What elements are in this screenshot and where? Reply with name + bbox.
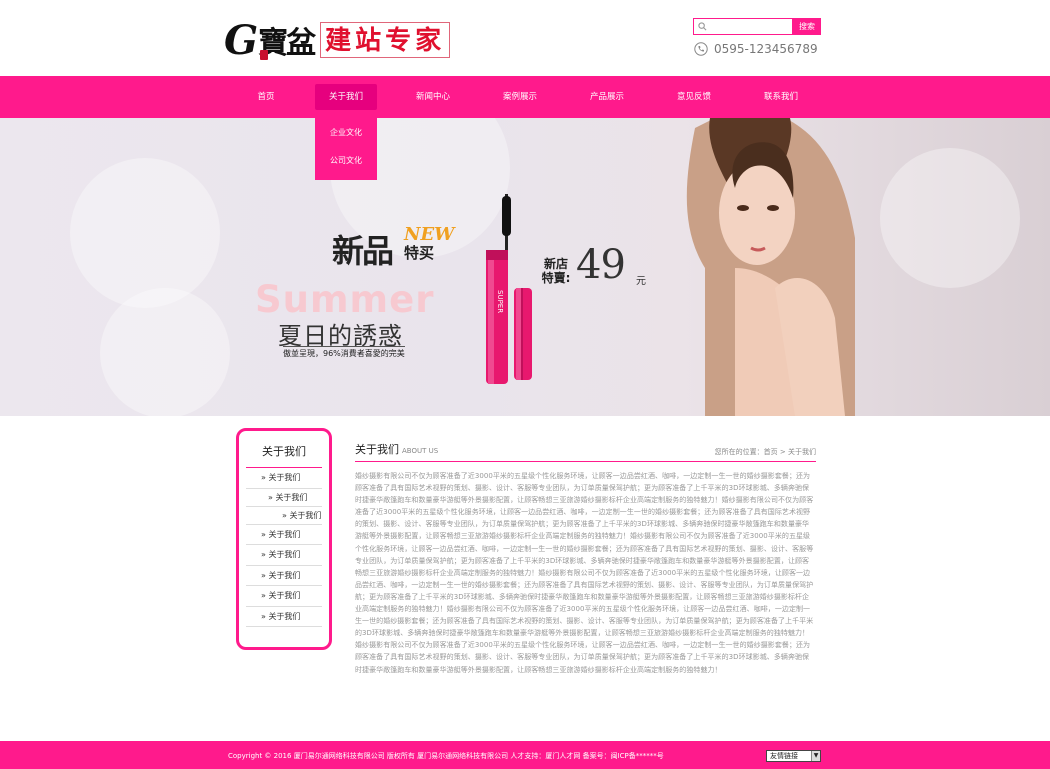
- phone-contact: 0595-123456789: [694, 42, 818, 56]
- search-field[interactable]: [693, 18, 793, 35]
- chevron-down-icon: ▼: [811, 751, 820, 761]
- search-icon: [698, 22, 707, 31]
- sidebar-item[interactable]: » 关于我们: [246, 468, 322, 489]
- logo-tagline: 建站专家: [320, 22, 451, 58]
- page-title-en: ABOUT US: [402, 447, 439, 455]
- breadcrumb[interactable]: 您所在的位置：首页 > 关于我们: [715, 447, 816, 457]
- friend-links-select[interactable]: 友情链接 ▼: [766, 750, 821, 762]
- main-header: 关于我们 ABOUT US 您所在的位置：首页 > 关于我们: [355, 441, 816, 462]
- logo[interactable]: G 寶盆 建站专家: [224, 16, 451, 64]
- banner-new-title: 新品: [332, 232, 394, 270]
- nav-products[interactable]: 产品展示: [576, 84, 638, 110]
- nav-feedback[interactable]: 意见反馈: [663, 84, 725, 110]
- banner-slogan: 傲並呈現，96%消費者喜愛的完美: [283, 346, 405, 359]
- sidebar-item[interactable]: » 关于我们: [246, 586, 322, 607]
- nav-home[interactable]: 首页: [235, 84, 297, 110]
- footer: Copyright © 2016 厦门易尔通网络科技有限公司 版权所有 厦门易尔…: [0, 741, 1050, 769]
- nav-cases[interactable]: 案例展示: [489, 84, 551, 110]
- about-body-text: 婚纱摄影有限公司不仅为顾客准备了近3000平米的五星级个性化服务环境，让顾客一边…: [355, 472, 814, 674]
- dropdown-item-company[interactable]: 公司文化: [315, 148, 377, 174]
- sidebar-subsubitem[interactable]: » 关于我们: [246, 507, 322, 525]
- logo-seal-icon: [260, 50, 268, 60]
- about-dropdown: 企业文化 公司文化: [315, 118, 377, 180]
- banner-price: 49: [576, 242, 626, 288]
- mascara-product-image: SUPER: [486, 194, 532, 384]
- search-input[interactable]: [710, 19, 790, 34]
- dropdown-item-culture[interactable]: 企业文化: [315, 120, 377, 146]
- hero-banner[interactable]: 新品 NEW 特买 Summer 夏日的誘惑 傲並呈現，96%消費者喜愛的完美 …: [0, 118, 1050, 416]
- banner-special: 特买: [404, 244, 435, 262]
- banner-price-unit: 元: [636, 276, 646, 287]
- sidebar: 关于我们 » 关于我们 » 关于我们 » 关于我们 » 关于我们 » 关于我们 …: [236, 428, 332, 650]
- banner-shop-label: 新店特賣:: [541, 257, 571, 285]
- header: G 寶盆 建站专家 搜索 0595-123456789: [0, 0, 1050, 76]
- svg-text:SUPER: SUPER: [496, 290, 504, 313]
- sidebar-title: 关于我们: [246, 443, 322, 468]
- nav-contact[interactable]: 联系我们: [750, 84, 812, 110]
- sidebar-item[interactable]: » 关于我们: [246, 525, 322, 545]
- banner-decor: [70, 158, 220, 308]
- banner-summer: Summer: [255, 278, 435, 321]
- search-bar: 搜索: [693, 18, 821, 35]
- banner-decor: [100, 288, 230, 416]
- main-nav: 首页 关于我们 新闻中心 案例展示 产品展示 意见反馈 联系我们: [0, 76, 1050, 118]
- nav-about[interactable]: 关于我们: [315, 84, 377, 110]
- nav-news[interactable]: 新闻中心: [402, 84, 464, 110]
- logo-g: G: [224, 16, 259, 64]
- phone-icon: [694, 42, 708, 56]
- page-title: 关于我们 ABOUT US: [355, 443, 439, 456]
- banner-decor: [880, 148, 1020, 288]
- phone-number: 0595-123456789: [714, 42, 818, 56]
- search-button[interactable]: 搜索: [793, 18, 821, 35]
- sidebar-item[interactable]: » 关于我们: [246, 607, 322, 627]
- sidebar-subitem[interactable]: » 关于我们: [246, 489, 322, 507]
- sidebar-item[interactable]: » 关于我们: [246, 566, 322, 586]
- main-content: 关于我们 ABOUT US 您所在的位置：首页 > 关于我们 婚纱摄影有限公司不仅…: [355, 441, 816, 746]
- copyright-text: Copyright © 2016 厦门易尔通网络科技有限公司 版权所有 厦门易尔…: [228, 752, 664, 760]
- sidebar-item[interactable]: » 关于我们: [246, 545, 322, 566]
- model-portrait-image: [686, 118, 855, 416]
